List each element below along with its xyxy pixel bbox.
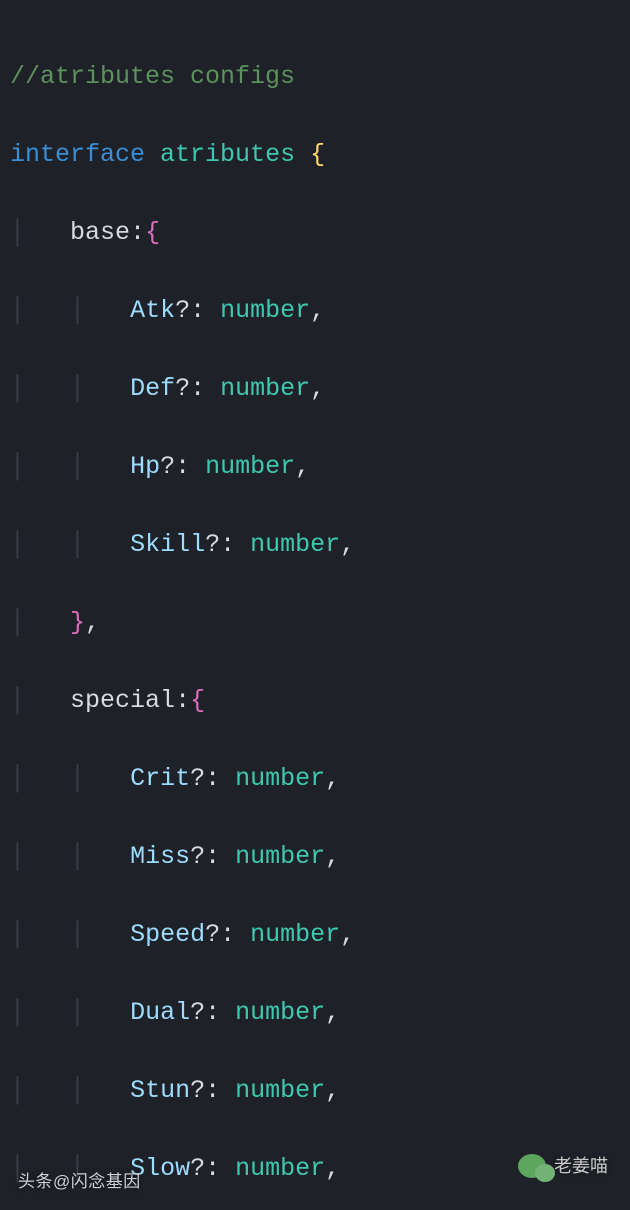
type: number <box>250 530 340 559</box>
code-line: │ base:{ <box>10 213 624 252</box>
type: number <box>250 920 340 949</box>
type: number <box>235 998 325 1027</box>
wechat-icon <box>518 1154 546 1178</box>
code-line: │ │ Atk?: number, <box>10 291 624 330</box>
code-line: │ │ Hp?: number, <box>10 447 624 486</box>
watermark-right-text: 老姜喵 <box>554 1152 608 1180</box>
prop: Skill <box>130 530 205 559</box>
type: number <box>205 452 295 481</box>
brace-open: { <box>145 218 160 247</box>
type: number <box>235 764 325 793</box>
type: number <box>235 1076 325 1105</box>
interface-name: atributes <box>160 140 295 169</box>
prop: Atk <box>130 296 175 325</box>
section-special: special <box>70 686 175 715</box>
prop: Dual <box>130 998 190 1027</box>
prop: Miss <box>130 842 190 871</box>
code-line: │ │ Miss?: number, <box>10 837 624 876</box>
code-line: interface atributes { <box>10 135 624 174</box>
brace-open: { <box>190 686 205 715</box>
kw-interface: interface <box>10 140 145 169</box>
prop: Def <box>130 374 175 403</box>
code-line: │ │ Dual?: number, <box>10 993 624 1032</box>
code-line: │ special:{ <box>10 681 624 720</box>
type: number <box>235 842 325 871</box>
type: number <box>220 296 310 325</box>
type: number <box>235 1154 325 1183</box>
prop: Crit <box>130 764 190 793</box>
code-line: │ │ Speed?: number, <box>10 915 624 954</box>
prop: Stun <box>130 1076 190 1105</box>
code-line: │ }, <box>10 603 624 642</box>
code-editor: //atributes configs interface atributes … <box>0 0 630 1210</box>
brace-close: } <box>70 608 85 637</box>
code-line: │ │ Skill?: number, <box>10 525 624 564</box>
prop: Speed <box>130 920 205 949</box>
comment: //atributes configs <box>10 62 295 91</box>
section-base: base <box>70 218 130 247</box>
code-line: │ │ Def?: number, <box>10 369 624 408</box>
code-line: //atributes configs <box>10 57 624 96</box>
prop: Hp <box>130 452 160 481</box>
watermark-left: 头条@闪念基因 <box>18 1169 141 1196</box>
code-line: │ │ Stun?: number, <box>10 1071 624 1110</box>
brace-open: { <box>310 140 325 169</box>
type: number <box>220 374 310 403</box>
watermark-right: 老姜喵 <box>518 1152 608 1180</box>
code-line: │ │ Crit?: number, <box>10 759 624 798</box>
